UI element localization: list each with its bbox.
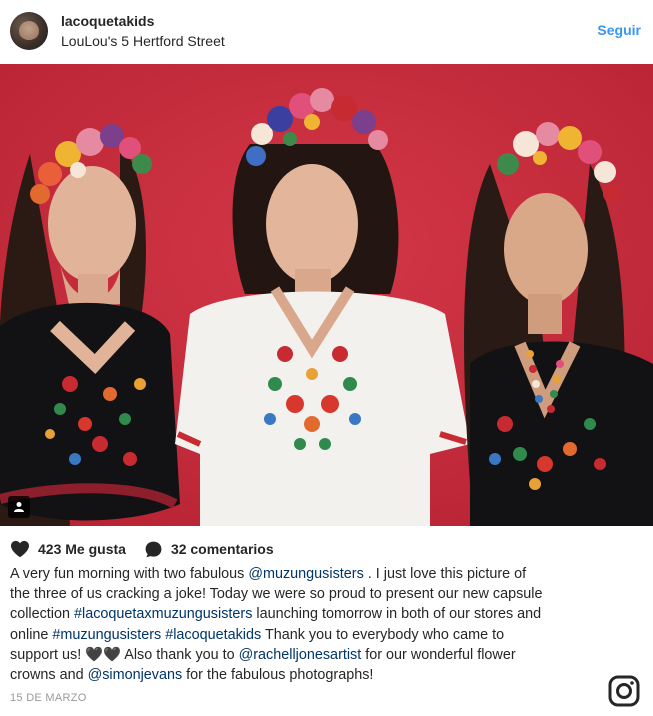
black-hearts-emoji: 🖤🖤 <box>85 646 122 663</box>
avatar[interactable] <box>10 12 48 50</box>
caption-text: crowns and <box>10 667 88 684</box>
photo-illustration <box>0 64 653 526</box>
follow-button[interactable]: Seguir <box>597 22 641 38</box>
comment-button[interactable]: 32 comentarios <box>144 540 274 559</box>
comments-count: 32 comentarios <box>170 541 274 557</box>
post-photo[interactable] <box>0 64 653 526</box>
location[interactable]: LouLou's 5 Hertford Street <box>61 33 225 49</box>
mention-link[interactable]: @muzungusisters <box>248 566 363 582</box>
caption-text: for the fabulous photographs! <box>182 667 374 684</box>
person-tag-icon[interactable] <box>8 496 30 518</box>
caption-text: launching tomorrow in both of our stores… <box>252 606 542 623</box>
caption-text: the three of us cracking a joke! Today w… <box>10 586 543 603</box>
caption-text: A very fun morning with two fabulous <box>10 566 249 582</box>
like-button[interactable]: 423 Me gusta <box>10 540 126 558</box>
username[interactable]: lacoquetakids <box>61 13 154 29</box>
caption-text: Also thank you to <box>121 646 239 663</box>
likes-count: 423 Me gusta <box>38 541 126 557</box>
caption-line: collection #lacoquetaxmuzungusisters lau… <box>10 604 610 624</box>
hashtag-link[interactable]: #muzungusisters <box>52 627 161 643</box>
caption-text: Thank you to everybody who came to <box>261 626 505 643</box>
caption-text: for our wonderful flower <box>361 646 516 663</box>
comment-icon[interactable] <box>144 540 163 559</box>
caption-line: A very fun morning with two fabulous @mu… <box>10 564 610 584</box>
heart-icon[interactable] <box>10 540 30 558</box>
mention-link[interactable]: @rachelljonesartist <box>239 647 362 663</box>
caption-line: crowns and @simonjevans for the fabulous… <box>10 665 610 685</box>
hashtag-link[interactable]: #lacoquetakids <box>165 627 261 643</box>
post-actions: 423 Me gusta 32 comentarios <box>10 538 292 560</box>
mention-link[interactable]: @simonjevans <box>88 667 183 683</box>
post-header: lacoquetakids LouLou's 5 Hertford Street… <box>0 0 653 62</box>
caption-line: support us! 🖤🖤 Also thank you to @rachel… <box>10 645 610 665</box>
caption-text: support us! <box>10 646 86 663</box>
caption-line: the three of us cracking a joke! Today w… <box>10 584 610 604</box>
post-caption: A very fun morning with two fabulous @mu… <box>10 564 610 685</box>
hashtag-link[interactable]: #lacoquetaxmuzungusisters <box>74 606 252 622</box>
instagram-icon[interactable] <box>608 675 640 707</box>
caption-text: . I just love this picture of <box>363 566 527 582</box>
caption-text: collection <box>10 606 74 623</box>
caption-text: online <box>10 626 53 643</box>
post-date: 15 DE MARZO <box>10 692 87 704</box>
caption-line: online #muzungusisters #lacoquetakids Th… <box>10 625 610 645</box>
